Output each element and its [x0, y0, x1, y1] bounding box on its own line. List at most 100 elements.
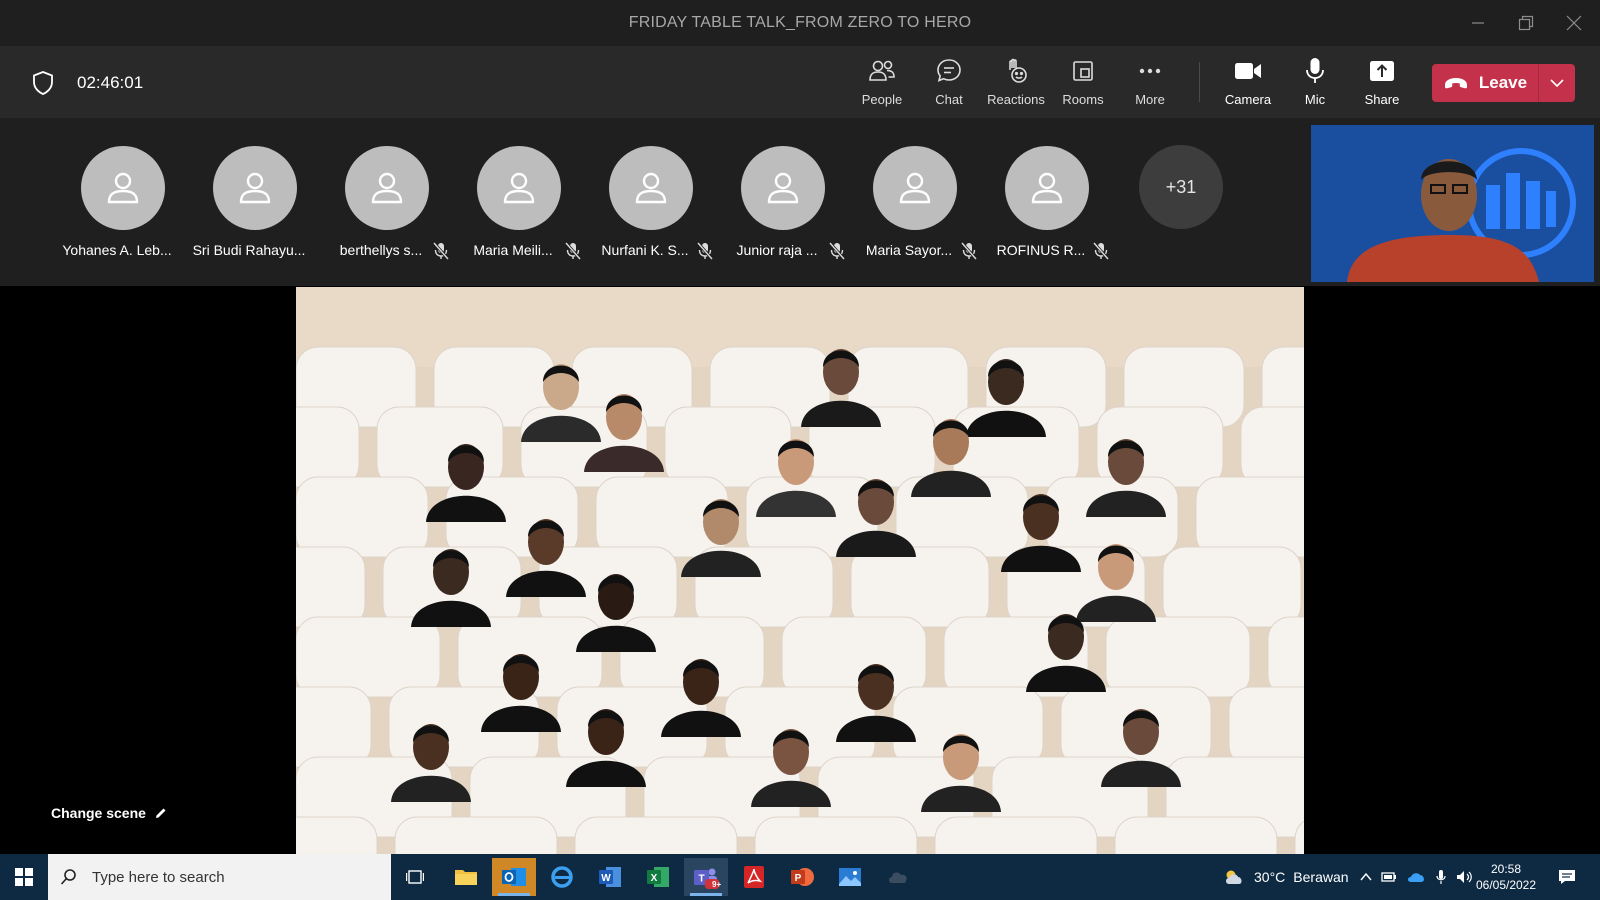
powerpoint-button[interactable]: P [780, 858, 824, 896]
mic-off-icon [432, 242, 450, 260]
chat-button[interactable]: Chat [916, 56, 982, 112]
participant-tile[interactable]: Yohanes A. Leb... [57, 146, 189, 258]
auditorium-seat [574, 816, 738, 854]
auditorium-seat [1105, 616, 1251, 698]
person-icon [239, 172, 271, 204]
internet-explorer-icon [551, 866, 573, 888]
minimize-icon [1472, 22, 1484, 24]
auditorium-seat [1162, 546, 1302, 628]
weather-widget[interactable]: 30°C Berawan [1222, 854, 1349, 900]
close-button[interactable] [1552, 8, 1596, 38]
camera-label: Camera [1224, 92, 1272, 107]
person-icon [899, 172, 931, 204]
auditorium-seat [376, 406, 504, 488]
notifications-button[interactable] [1545, 858, 1589, 896]
word-button[interactable]: W [588, 858, 632, 896]
taskbar-search-box[interactable]: Type here to search [48, 854, 391, 900]
participant-tile[interactable]: ROFINUS R... [981, 146, 1113, 260]
change-scene-label: Change scene [51, 805, 146, 821]
shield-icon[interactable] [31, 70, 55, 96]
restore-icon [1518, 15, 1534, 31]
taskbar-clock[interactable]: 20:58 06/05/2022 [1470, 861, 1542, 893]
teams-button[interactable]: T 9+ [684, 858, 728, 896]
participant-tile[interactable]: Sri Budi Rahayu... [189, 146, 321, 258]
microphone-tray-icon[interactable] [1435, 869, 1447, 885]
file-explorer-button[interactable] [444, 858, 488, 896]
chevron-up-icon[interactable] [1360, 871, 1372, 883]
notification-center-icon [1559, 870, 1575, 884]
task-view-button[interactable] [393, 858, 437, 896]
restore-button[interactable] [1504, 8, 1548, 38]
participant-name: Nurfani K. S... [601, 242, 689, 258]
person-icon [1031, 172, 1063, 204]
participant-avatar [213, 146, 297, 230]
start-button[interactable] [2, 858, 46, 896]
share-button[interactable]: Share [1349, 56, 1415, 112]
battery-icon[interactable] [1381, 871, 1397, 883]
participant-name: Sri Budi Rahayu... [192, 242, 306, 258]
reactions-button[interactable]: Reactions [983, 56, 1049, 112]
pinned-app-button[interactable] [876, 858, 920, 896]
excel-button[interactable]: X [636, 858, 680, 896]
overflow-participants-button[interactable]: +31 [1139, 145, 1223, 229]
cloud-app-icon [889, 872, 907, 883]
reactions-icon [1009, 58, 1027, 83]
auditorium-seat [296, 816, 378, 854]
participant-avatar [477, 146, 561, 230]
edge-button[interactable] [540, 858, 584, 896]
participant-name: berthellys s... [339, 242, 423, 258]
people-icon [869, 60, 895, 81]
rooms-button[interactable]: Rooms [1050, 56, 1116, 112]
chat-icon [937, 59, 961, 82]
rooms-icon [1073, 61, 1093, 81]
participant-name: Maria Meili... [473, 242, 553, 258]
camera-icon [1235, 63, 1261, 79]
minimize-button[interactable] [1456, 8, 1500, 38]
meeting-toolbar: 02:46:01 People Chat Reactions Rooms Mor… [0, 46, 1600, 118]
mic-button[interactable]: Mic [1282, 56, 1348, 112]
more-button[interactable]: More [1117, 56, 1183, 112]
participant-avatar [345, 146, 429, 230]
windows-logo-icon [15, 868, 33, 886]
auditorium-seat [1195, 476, 1304, 558]
camera-button[interactable]: Camera [1215, 56, 1281, 112]
participant-muted-indicator [960, 242, 978, 265]
auditorium-seat [1228, 686, 1304, 768]
auditorium-seat [296, 476, 429, 558]
auditorium-seat [781, 616, 927, 698]
participant-tile[interactable]: Maria Sayor... [849, 146, 981, 260]
svg-text:T: T [698, 874, 704, 885]
reactions-label: Reactions [987, 92, 1045, 107]
people-button[interactable]: People [849, 56, 915, 112]
chat-label: Chat [935, 92, 963, 107]
participant-tile[interactable]: Maria Meili... [453, 146, 585, 260]
onedrive-icon[interactable] [1406, 871, 1426, 883]
participant-tile[interactable]: Junior raja ... [717, 146, 849, 260]
leave-options-button[interactable] [1539, 64, 1575, 102]
auditorium-seat [1240, 406, 1304, 488]
mic-off-icon [960, 242, 978, 260]
participant-tile[interactable]: berthellys s... [321, 146, 453, 260]
person-icon [635, 172, 667, 204]
self-view-video[interactable] [1311, 125, 1594, 282]
clock-time: 20:58 [1490, 862, 1522, 876]
person-icon [503, 172, 535, 204]
participant-name: Yohanes A. Leb... [62, 242, 172, 258]
participant-muted-indicator [432, 242, 450, 265]
leave-button[interactable]: Leave [1432, 64, 1538, 102]
title-bar: FRIDAY TABLE TALK_FROM ZERO TO HERO [0, 0, 1600, 46]
outlook-button[interactable] [492, 858, 536, 896]
svg-text:P: P [795, 873, 802, 884]
search-icon [60, 869, 76, 885]
acrobat-button[interactable] [732, 858, 776, 896]
hang-up-icon [1444, 78, 1467, 89]
mic-off-icon [564, 242, 582, 260]
auditorium-seat [664, 406, 792, 488]
active-app-indicator [498, 893, 530, 896]
participant-tile[interactable]: Nurfani K. S... [585, 146, 717, 260]
change-scene-button[interactable]: Change scene [51, 805, 168, 821]
leave-label: Leave [1478, 73, 1528, 92]
mic-label: Mic [1304, 92, 1326, 107]
toolbar-divider [1199, 62, 1200, 102]
photos-button[interactable] [828, 858, 872, 896]
